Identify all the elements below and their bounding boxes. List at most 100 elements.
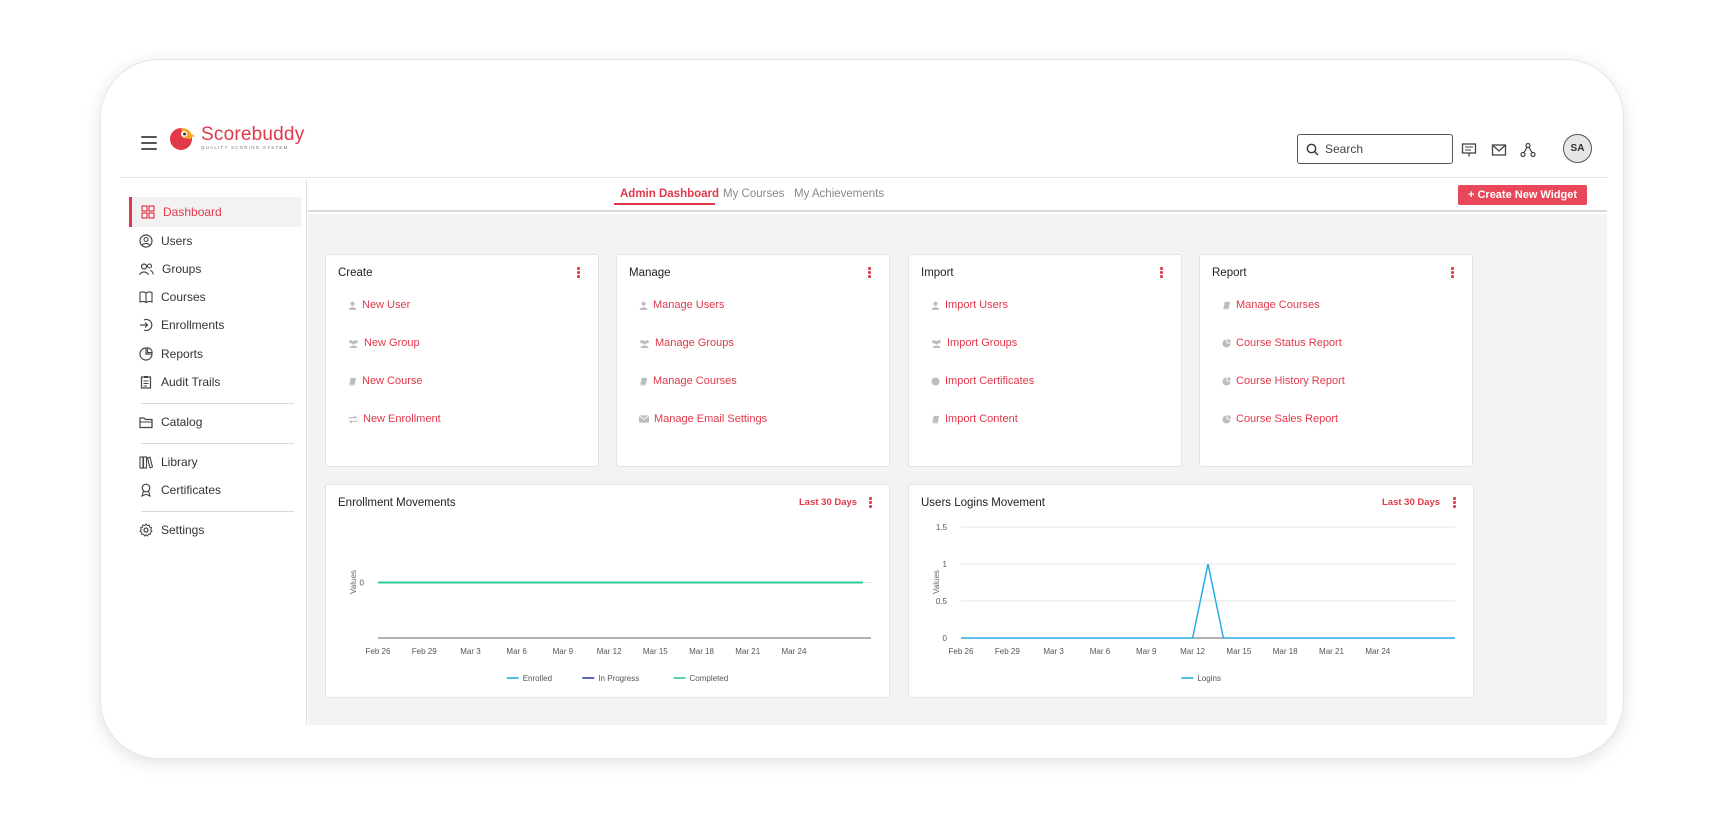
kebab-menu-icon[interactable]	[868, 267, 871, 279]
widget-import: Import Import Users Import Groups Import…	[908, 254, 1182, 467]
sidebar-item-audit-trails[interactable]: Audit Trails	[129, 367, 301, 397]
app-logo[interactable]: Scorebuddy QUALITY SCORING SYSTEM	[169, 124, 304, 152]
legend-label: Logins	[1197, 674, 1221, 683]
presentation-icon[interactable]	[1461, 142, 1477, 158]
pie-icon	[1222, 338, 1231, 348]
import-certificates-link[interactable]: Import Certificates	[931, 375, 1034, 387]
group-icon	[640, 339, 649, 348]
new-group-link[interactable]: New Group	[348, 337, 420, 349]
new-course-link[interactable]: New Course	[348, 375, 423, 387]
tab-admin-dashboard[interactable]: Admin Dashboard	[620, 188, 719, 200]
sidebar-divider	[141, 443, 294, 444]
pie-icon	[1222, 376, 1231, 386]
report-manage-courses-link[interactable]: Manage Courses	[1222, 299, 1320, 311]
manage-users-link[interactable]: Manage Users	[639, 299, 725, 311]
sidebar-item-catalog[interactable]: Catalog	[129, 407, 301, 437]
x-tick-label: Mar 15	[643, 647, 668, 656]
folder-icon	[139, 417, 153, 429]
tabs-bar: Admin Dashboard My Courses My Achievemen…	[308, 179, 1607, 212]
x-tick-label: Mar 12	[1180, 647, 1205, 656]
sidebar-item-groups[interactable]: Groups	[129, 254, 301, 284]
import-content-link[interactable]: Import Content	[931, 413, 1018, 425]
x-tick-label: Mar 12	[597, 647, 622, 656]
sidebar-item-reports[interactable]: Reports	[129, 339, 301, 369]
group-icon	[349, 339, 358, 348]
tab-my-courses[interactable]: My Courses	[723, 188, 784, 200]
hamburger-menu-icon[interactable]	[141, 136, 157, 150]
import-groups-link[interactable]: Import Groups	[931, 337, 1017, 349]
pie-chart-icon	[139, 347, 153, 361]
link-label: Manage Email Settings	[654, 413, 768, 425]
app-window: Scorebuddy QUALITY SCORING SYSTEM SA Das…	[121, 90, 1607, 725]
manage-email-settings-link[interactable]: Manage Email Settings	[639, 413, 767, 425]
link-label: Manage Courses	[1236, 299, 1320, 311]
y-tick-label: 1	[943, 560, 948, 569]
course-status-report-link[interactable]: Course Status Report	[1222, 337, 1342, 349]
org-chart-icon[interactable]	[1520, 142, 1536, 158]
sidebar-item-enrollments[interactable]: Enrollments	[129, 310, 301, 340]
enrollment-movements-chart: Values 0 Feb 26 Feb 29 Mar 3 Mar 6 Mar 9 Mar 12…	[349, 570, 871, 683]
y-tick-label: 0	[360, 579, 365, 588]
user-icon	[931, 301, 940, 310]
search-icon	[1306, 143, 1319, 155]
x-tick-label: Mar 6	[506, 647, 527, 656]
link-label: Course Status Report	[1236, 337, 1342, 349]
x-tick-label: Mar 18	[689, 647, 714, 656]
y-tick-label: 0	[943, 634, 948, 643]
award-icon	[141, 483, 151, 497]
create-new-widget-button[interactable]: + Create New Widget	[1458, 185, 1587, 205]
device-frame: Scorebuddy QUALITY SCORING SYSTEM SA Das…	[101, 60, 1623, 758]
manage-groups-link[interactable]: Manage Groups	[639, 337, 734, 349]
top-header: Scorebuddy QUALITY SCORING SYSTEM SA	[121, 90, 1607, 178]
course-history-report-link[interactable]: Course History Report	[1222, 375, 1345, 387]
widget-title: Create	[338, 267, 373, 279]
mail-icon[interactable]	[1491, 142, 1507, 158]
sidebar-item-label: Settings	[161, 523, 205, 537]
kebab-menu-icon[interactable]	[1451, 267, 1454, 279]
kebab-menu-icon[interactable]	[577, 267, 580, 279]
sidebar-item-settings[interactable]: Settings	[129, 515, 301, 545]
legend-label: Enrolled	[523, 674, 552, 683]
sidebar-item-dashboard[interactable]: Dashboard	[129, 197, 301, 227]
sidebar-item-label: Enrollments	[161, 318, 225, 332]
new-enrollment-link[interactable]: New Enrollment	[348, 413, 441, 425]
search-box[interactable]	[1297, 134, 1453, 164]
active-tab-indicator	[614, 203, 715, 205]
widget-title: Manage	[629, 267, 671, 279]
sidebar-item-courses[interactable]: Courses	[129, 282, 301, 312]
link-label: New User	[362, 299, 411, 311]
x-tick-label: Feb 29	[412, 647, 437, 656]
x-tick-label: Mar 6	[1090, 647, 1111, 656]
x-tick-label: Feb 26	[366, 647, 391, 656]
parrot-logo-icon	[169, 124, 195, 152]
dashboard-content: Create New User New Group New Course New…	[308, 214, 1607, 725]
tab-my-achievements[interactable]: My Achievements	[794, 188, 884, 200]
sidebar-item-label: Library	[161, 455, 198, 469]
sidebar-item-certificates[interactable]: Certificates	[129, 475, 301, 505]
x-tick-label: Mar 21	[735, 647, 760, 656]
sidebar-item-label: Catalog	[161, 415, 203, 429]
user-avatar[interactable]: SA	[1563, 134, 1592, 163]
y-tick-label: 1.5	[936, 523, 948, 532]
sidebar-item-label: Audit Trails	[161, 375, 221, 389]
new-user-link[interactable]: New User	[348, 299, 410, 311]
link-label: New Group	[364, 337, 420, 349]
course-sales-report-link[interactable]: Course Sales Report	[1222, 413, 1338, 425]
kebab-menu-icon[interactable]	[1160, 267, 1163, 279]
sidebar-item-library[interactable]: Library	[129, 447, 301, 477]
y-tick-label: 0.5	[936, 597, 948, 606]
x-tick-label: Feb 29	[995, 647, 1020, 656]
certificate-icon	[931, 376, 940, 386]
x-tick-label: Mar 9	[1136, 647, 1157, 656]
widget-title: Import	[921, 267, 954, 279]
sidebar-item-users[interactable]: Users	[129, 226, 301, 256]
manage-courses-link[interactable]: Manage Courses	[639, 375, 737, 387]
x-tick-label: Mar 24	[1365, 647, 1390, 656]
sidebar: Dashboard Users Groups Courses Enrollmen…	[121, 179, 307, 725]
users-icon	[139, 263, 154, 276]
search-input[interactable]	[1325, 142, 1435, 156]
gear-icon	[139, 523, 153, 537]
group-icon	[932, 339, 941, 348]
sidebar-divider	[141, 403, 294, 404]
import-users-link[interactable]: Import Users	[931, 299, 1008, 311]
